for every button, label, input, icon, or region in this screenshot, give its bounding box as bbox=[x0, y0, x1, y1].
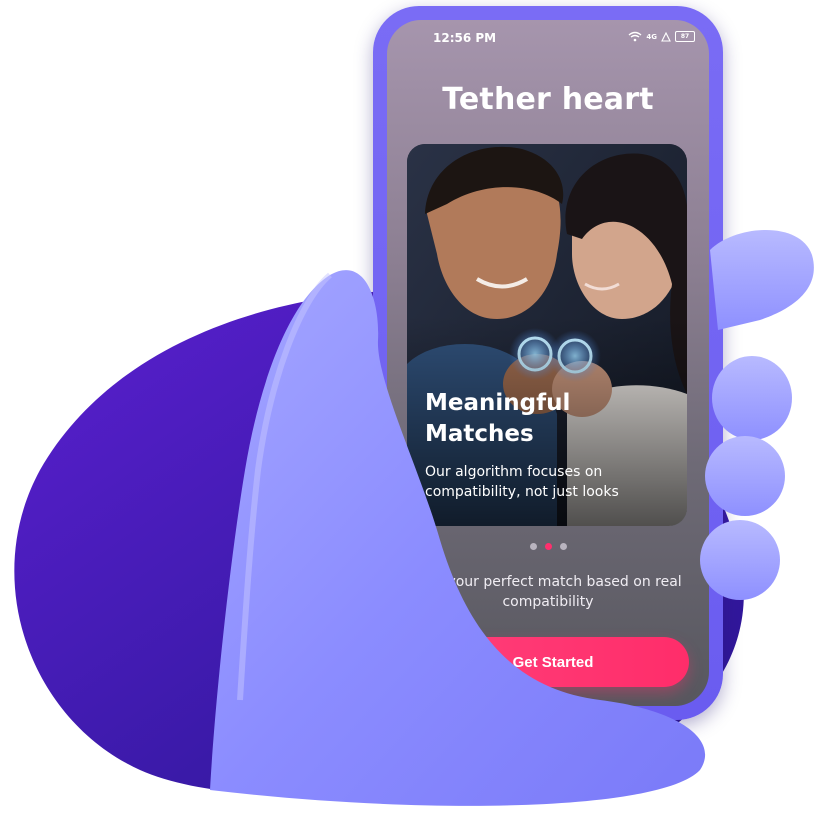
battery-level: 87 bbox=[680, 33, 690, 40]
wifi-icon bbox=[628, 31, 642, 42]
onboarding-slide-card[interactable]: Meaningful Matches Our algorithm focuses… bbox=[407, 144, 687, 526]
slide-title: Meaningful Matches bbox=[425, 390, 571, 447]
signal-icon: 4G bbox=[646, 32, 657, 41]
battery-icon: 87 bbox=[675, 31, 695, 42]
pagination-dot-3[interactable] bbox=[559, 543, 567, 550]
phone-device: 12:56 PM 4G 87 Tether heart Meaningful M… bbox=[373, 6, 723, 720]
status-time: 12:56 PM bbox=[433, 31, 497, 45]
pagination-dot-2[interactable] bbox=[544, 543, 552, 550]
tagline: Find your perfect match based on real co… bbox=[414, 574, 682, 610]
promo-stage: 12:56 PM 4G 87 Tether heart Meaningful M… bbox=[0, 0, 822, 815]
pagination-dots bbox=[387, 543, 709, 550]
app-title: Tether heart bbox=[442, 82, 654, 117]
pagination-dot-1[interactable] bbox=[529, 543, 537, 550]
slide-description: Our algorithm focuses on compatibility, … bbox=[425, 464, 619, 500]
warning-icon bbox=[661, 31, 671, 42]
phone-screen: 12:56 PM 4G 87 Tether heart Meaningful M… bbox=[387, 20, 709, 706]
get-started-button[interactable]: Get Started bbox=[417, 637, 689, 687]
status-icons: 4G 87 bbox=[628, 31, 695, 42]
status-bar: 12:56 PM 4G 87 bbox=[387, 20, 709, 58]
